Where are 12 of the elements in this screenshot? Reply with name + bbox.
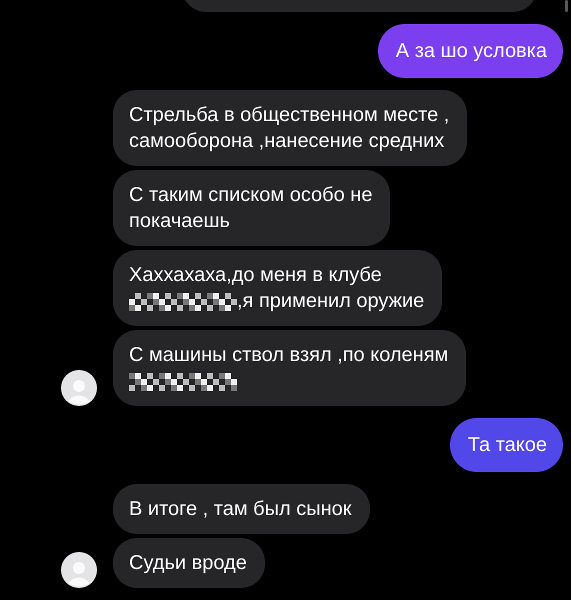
message-text: ,я применил оружие: [237, 290, 424, 312]
message-text: А за шо условка: [396, 40, 547, 62]
avatar-icon[interactable]: [61, 552, 97, 588]
message-text: Судьи вроде: [129, 552, 247, 574]
message-text: Стрельба в общественном месте , самооборона ,нанесение средних: [129, 104, 450, 152]
scrollbar: [565, 0, 568, 12]
message-text: Та такое: [468, 434, 547, 456]
message-text: В итоге , там был сынок: [129, 498, 352, 520]
message-text: Хаххахаха,до меня в клубе: [129, 264, 382, 286]
avatar-icon[interactable]: [61, 370, 97, 406]
message-text: С таким списком особо не покачаешь: [129, 184, 372, 232]
message-text: С машины ствол взял ,по коленям: [129, 344, 448, 366]
